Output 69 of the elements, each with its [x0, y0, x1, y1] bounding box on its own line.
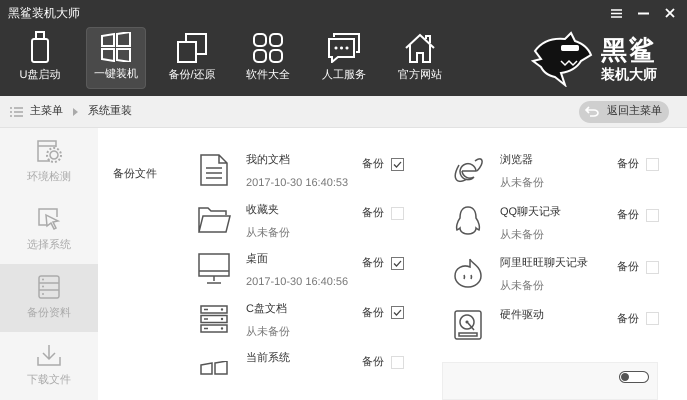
back-to-menu-button[interactable]: 返回主菜单 [579, 100, 669, 122]
item-name: 阿里旺旺聊天记录 [500, 256, 588, 270]
backup-label: 备份 [617, 312, 639, 327]
nav-tab[interactable]: 软件大全 [238, 27, 298, 89]
backup-label: 备份 [362, 206, 384, 222]
backup-checkbox[interactable] [391, 256, 404, 270]
backup-status: 从未备份 [500, 279, 544, 294]
window-title: 黑鲨装机大师 [8, 5, 80, 22]
toggle-switch[interactable] [619, 371, 649, 384]
monitor-icon [198, 253, 230, 286]
nav-tab[interactable]: 备份/还原 [162, 27, 222, 89]
backup-status: 从未备份 [246, 324, 290, 339]
backup-label: 备份 [617, 208, 639, 224]
nav-tab[interactable]: 官方网站 [390, 27, 450, 89]
backup-status: 从未备份 [500, 228, 544, 242]
backup-status: 2017-10-30 16:40:56 [246, 275, 348, 290]
document-icon [200, 154, 228, 186]
item-name: 硬件驱动 [500, 308, 544, 322]
item-name: QQ聊天记录 [500, 204, 562, 219]
windows-icon [199, 361, 229, 376]
caret-icon [73, 108, 78, 116]
folder-icon [197, 206, 231, 234]
check-icon [393, 160, 402, 168]
return-arrow-icon [585, 106, 599, 117]
backup-label: 备份 [617, 260, 639, 275]
windows-icon [100, 32, 132, 62]
menu-icon[interactable] [611, 8, 622, 18]
item-name: 当前系统 [246, 351, 290, 366]
copy-icon [177, 33, 207, 63]
hard-drives-icon [200, 304, 228, 333]
breadcrumb-current: 系统重装 [88, 104, 132, 120]
backup-checkbox[interactable] [391, 306, 404, 320]
browser-e-icon [453, 155, 483, 185]
check-icon [393, 309, 402, 316]
home-icon [405, 33, 435, 63]
backup-label: 备份 [362, 156, 384, 172]
usb-drive-icon [31, 31, 49, 63]
backup-label: 备份 [362, 256, 384, 271]
item-name: 浏览器 [500, 153, 533, 167]
backup-status: 从未备份 [246, 226, 290, 240]
backup-status: 从未备份 [500, 176, 544, 190]
section-label: 备份文件 [113, 168, 157, 180]
backup-label: 备份 [362, 355, 384, 370]
shark-logo-icon [531, 31, 593, 87]
check-icon [393, 260, 402, 267]
nav-tab[interactable]: 一键装机 [86, 27, 146, 89]
backup-checkbox[interactable] [391, 158, 404, 170]
close-icon[interactable] [665, 8, 675, 18]
chat-bubbles-icon [328, 33, 360, 63]
item-name: 收藏夹 [246, 202, 279, 217]
server-icon [38, 274, 60, 299]
backup-label: 备份 [362, 306, 384, 321]
gear-document-icon [36, 138, 62, 163]
logo-subtitle: 装机大师 [601, 65, 657, 83]
nav-tab[interactable]: 人工服务 [314, 27, 374, 89]
backup-label: 备份 [617, 156, 639, 172]
chat-drop-icon [453, 258, 483, 288]
logo-title: 黑鲨 [601, 35, 657, 65]
cursor-window-icon [37, 206, 61, 231]
backup-status: 2017-10-30 16:40:53 [246, 176, 348, 190]
item-name: C盘文档 [246, 302, 287, 316]
breadcrumb-link[interactable]: 主菜单 [30, 103, 63, 120]
list-icon [10, 106, 23, 116]
item-name: 桌面 [246, 252, 268, 266]
minimize-icon[interactable] [638, 12, 649, 14]
nav-tab[interactable]: U盘启动 [10, 27, 70, 89]
grid-icon [253, 33, 283, 63]
download-icon [37, 344, 61, 366]
item-name: 我的文档 [246, 153, 290, 167]
